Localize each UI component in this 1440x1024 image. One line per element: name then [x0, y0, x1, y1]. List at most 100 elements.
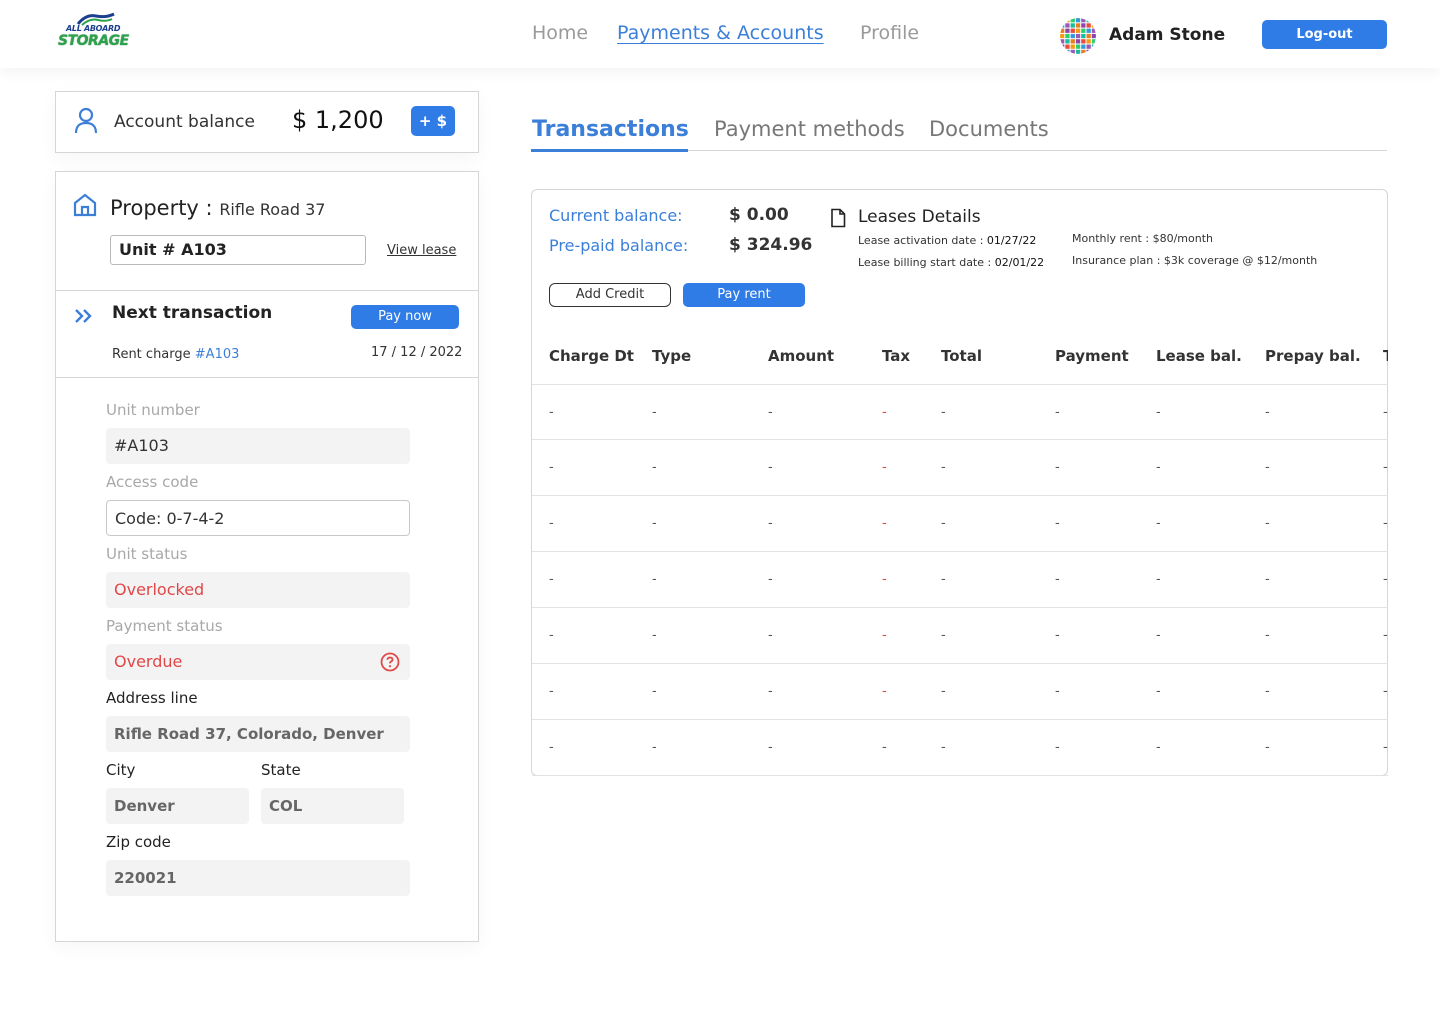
table-cell: -	[1383, 572, 1388, 587]
table-cell: -	[882, 740, 887, 755]
table-row[interactable]: ---------	[532, 608, 1388, 664]
nav-profile[interactable]: Profile	[860, 22, 919, 44]
access-code-field[interactable]: Code: 0-7-4-2	[106, 500, 410, 536]
tab-documents[interactable]: Documents	[929, 117, 1049, 141]
table-cell: -	[768, 516, 773, 531]
table-row[interactable]: ---------	[532, 384, 1388, 440]
table-row[interactable]: ---------	[532, 440, 1388, 496]
table-cell: -	[1156, 740, 1161, 755]
property-title-value: Rifle Road 37	[219, 200, 326, 219]
table-cell: -	[1265, 405, 1270, 420]
table-cell: -	[1156, 572, 1161, 587]
table-cell: -	[652, 516, 657, 531]
logo-bottom-text: STORAGE	[58, 33, 129, 49]
table-cell: -	[768, 572, 773, 587]
table-cell: -	[882, 460, 887, 475]
user-icon	[74, 107, 98, 134]
next-transaction-title: Next transaction	[112, 303, 273, 323]
table-cell: -	[1156, 684, 1161, 699]
table-row[interactable]: ---------	[532, 720, 1388, 776]
table-cell: -	[882, 628, 887, 643]
column-header[interactable]: Lease bal.	[1156, 347, 1242, 365]
unit-number-field: #A103	[106, 428, 410, 464]
property-title-label: Property :	[110, 196, 213, 220]
table-cell: -	[768, 740, 773, 755]
address-label: Address line	[106, 689, 198, 707]
table-row[interactable]: ---------	[532, 496, 1388, 552]
avatar[interactable]	[1060, 18, 1096, 54]
unit-select[interactable]: Unit # A103	[110, 235, 366, 265]
column-header[interactable]: Amount	[768, 347, 834, 365]
column-header[interactable]: Prepay bal.	[1265, 347, 1361, 365]
table-cell: -	[1265, 460, 1270, 475]
column-header[interactable]: Charge Dt	[549, 347, 634, 365]
unit-number-label: Unit number	[106, 401, 200, 419]
tab-transactions[interactable]: Transactions	[532, 117, 689, 142]
active-tab-indicator	[531, 149, 688, 152]
table-cell: -	[652, 740, 657, 755]
table-row[interactable]: ---------	[532, 664, 1388, 720]
table-cell: -	[768, 405, 773, 420]
payment-status-field: Overdue	[106, 644, 410, 680]
rent-charge-unit-link[interactable]: #A103	[195, 347, 240, 362]
table-row[interactable]: ---------	[532, 552, 1388, 608]
table-cell: -	[941, 628, 946, 643]
table-cell: -	[1265, 740, 1270, 755]
table-cell: -	[549, 740, 554, 755]
table-cell: -	[1383, 628, 1388, 643]
add-funds-button[interactable]: + $	[411, 106, 455, 136]
table-cell: -	[1055, 628, 1060, 643]
table-cell: -	[1383, 740, 1388, 755]
rent-charge-date: 17 / 12 / 2022	[371, 345, 463, 360]
account-balance-amount: $ 1,200	[292, 106, 384, 134]
column-header[interactable]: Type	[652, 347, 691, 365]
table-cell: -	[882, 405, 887, 420]
help-question-icon[interactable]	[380, 652, 400, 672]
payment-status-value: Overdue	[114, 652, 183, 671]
table-cell: -	[652, 572, 657, 587]
payment-status-label: Payment status	[106, 617, 223, 635]
table-cell: -	[652, 405, 657, 420]
tab-payment-methods[interactable]: Payment methods	[714, 117, 905, 141]
unit-status-field: Overlocked	[106, 572, 410, 608]
brand-logo[interactable]: ALL ABOARD STORAGE	[56, 12, 132, 54]
view-lease-link[interactable]: View lease	[387, 243, 456, 258]
table-cell: -	[1055, 684, 1060, 699]
unit-status-label: Unit status	[106, 545, 188, 563]
pay-now-button[interactable]: Pay now	[351, 305, 459, 329]
column-header[interactable]: T	[1383, 347, 1388, 365]
table-cell: -	[549, 572, 554, 587]
table-cell: -	[941, 516, 946, 531]
column-header[interactable]: Total	[941, 347, 982, 365]
table-cell: -	[768, 628, 773, 643]
property-card: Property : Rifle Road 37 Unit # A103 Vie…	[55, 171, 479, 942]
table-cell: -	[882, 516, 887, 531]
table-cell: -	[1265, 684, 1270, 699]
user-name: Adam Stone	[1109, 25, 1226, 45]
table-cell: -	[1383, 684, 1388, 699]
column-header[interactable]: Payment	[1055, 347, 1129, 365]
nav-home[interactable]: Home	[532, 22, 588, 44]
divider	[56, 377, 478, 378]
address-field: Rifle Road 37, Colorado, Denver	[106, 716, 410, 752]
nav-payments-accounts[interactable]: Payments & Accounts	[617, 22, 824, 44]
table-cell: -	[1055, 460, 1060, 475]
home-icon	[73, 193, 97, 217]
account-balance-card: Account balance $ 1,200 + $	[55, 91, 479, 153]
table-cell: -	[549, 405, 554, 420]
table-cell: -	[882, 684, 887, 699]
table-cell: -	[1156, 460, 1161, 475]
table-cell: -	[1383, 516, 1388, 531]
transactions-table: Charge Dt Type Amount Tax Total Payment Lease …	[532, 190, 1388, 776]
top-header: ALL ABOARD STORAGE Home Payments & Accou…	[0, 0, 1440, 68]
zip-code-label: Zip code	[106, 833, 171, 851]
table-cell: -	[549, 460, 554, 475]
logout-button[interactable]: Log-out	[1262, 20, 1387, 49]
column-header[interactable]: Tax	[882, 347, 910, 365]
state-label: State	[261, 761, 301, 779]
divider	[56, 290, 478, 291]
table-cell: -	[1156, 405, 1161, 420]
table-cell: -	[652, 628, 657, 643]
property-title: Property : Rifle Road 37	[110, 196, 325, 220]
table-cell: -	[1265, 516, 1270, 531]
